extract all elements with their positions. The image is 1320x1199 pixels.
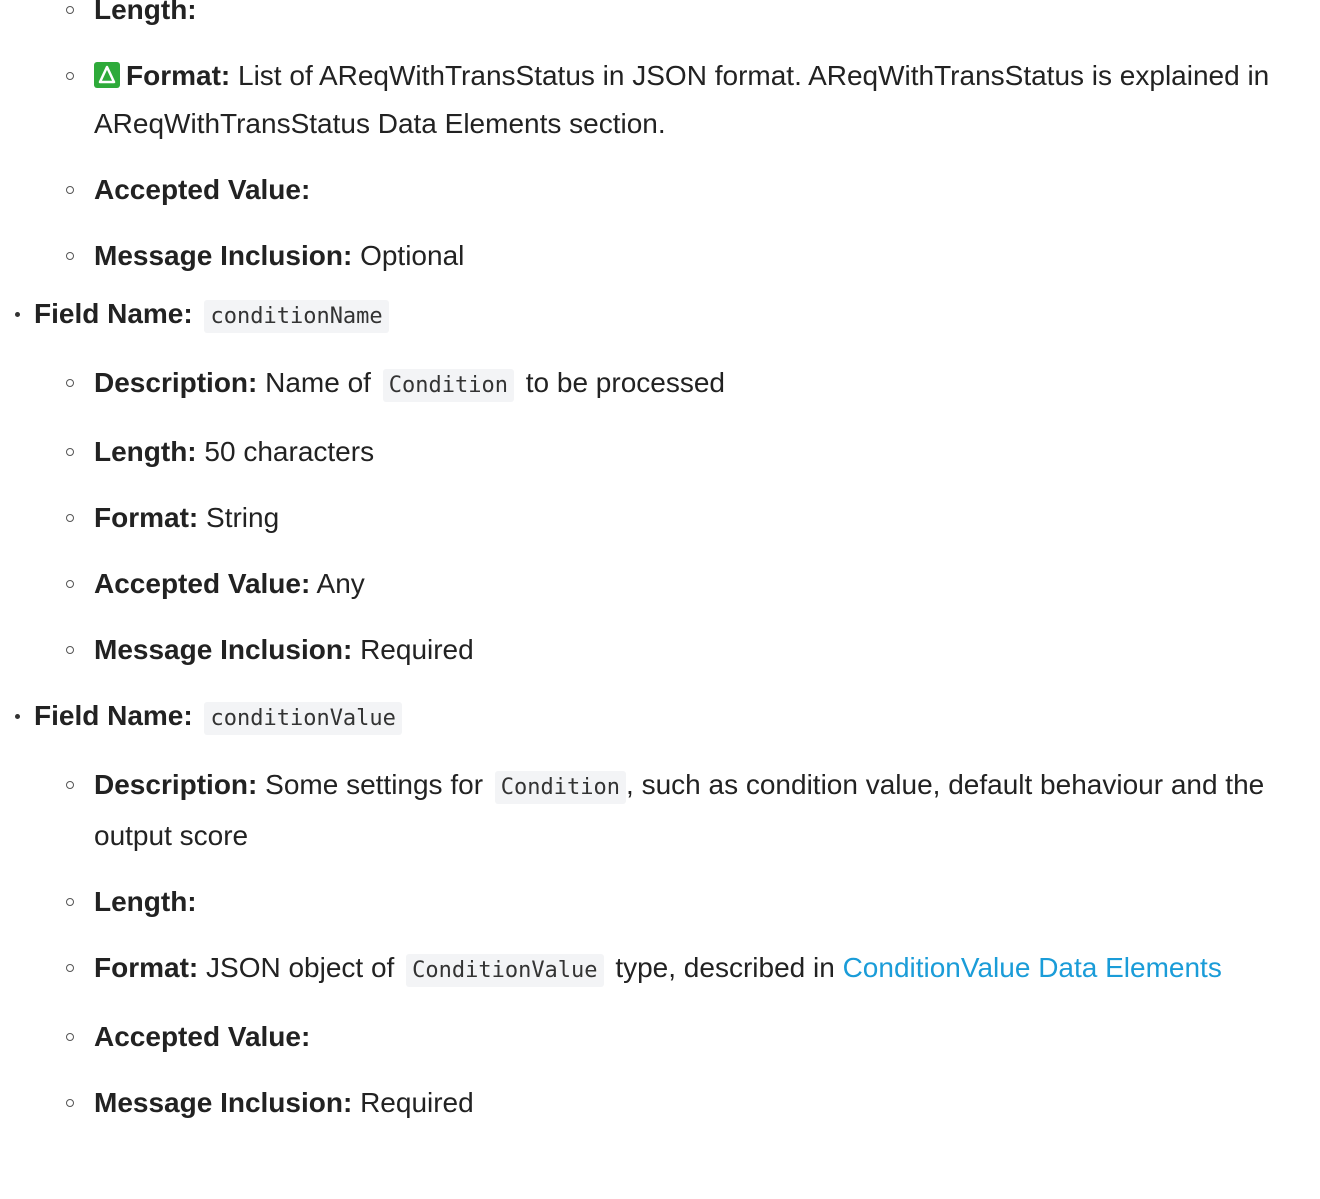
message-inclusion-label: Message Inclusion: <box>94 1087 353 1118</box>
field-name-code: conditionName <box>204 300 389 333</box>
field-name-code: conditionValue <box>204 702 402 735</box>
accepted-value-label: Accepted Value: <box>94 174 311 205</box>
format-item: Format: String <box>66 494 1320 542</box>
description-text-pre: Name of <box>265 367 371 398</box>
length-value: 50 characters <box>204 436 375 467</box>
description-label: Description: <box>94 769 258 800</box>
description-code: Condition <box>494 771 627 804</box>
condition-value-details: Description: Some settings for Condition… <box>34 761 1320 1127</box>
condition-name-details: Description: Name of Condition to be pro… <box>34 359 1320 674</box>
format-text-pre: JSON object of <box>206 952 395 983</box>
message-inclusion-value: Optional <box>360 240 465 271</box>
field-list: Field Name: conditionName Description: N… <box>0 290 1320 1127</box>
accepted-value-item: Accepted Value: Any <box>66 560 1320 608</box>
field-condition-name: Field Name: conditionName Description: N… <box>0 290 1320 674</box>
field-name-label: Field Name: <box>34 700 193 731</box>
length-label: Length: <box>94 436 197 467</box>
message-inclusion-item: Message Inclusion: Required <box>66 626 1320 674</box>
message-inclusion-label: Message Inclusion: <box>94 634 353 665</box>
description-item: Description: Some settings for Condition… <box>66 761 1320 860</box>
length-label: Length: <box>94 886 197 917</box>
format-value: List of AReqWithTransStatus in JSON form… <box>94 60 1270 139</box>
first-field-details: Length: Format: List of AReqWithTransSta… <box>0 0 1320 280</box>
length-item: Length: 50 characters <box>66 428 1320 476</box>
format-text-post: type, described in <box>615 952 835 983</box>
accepted-value-label: Accepted Value: <box>94 568 311 599</box>
accepted-value-value: Any <box>316 568 365 599</box>
field-condition-value: Field Name: conditionValue Description: … <box>0 692 1320 1127</box>
length-item: Length: <box>66 878 1320 926</box>
warning-triangle-icon <box>94 62 120 88</box>
format-label: Format: <box>94 952 199 983</box>
length-item: Length: <box>66 0 1320 34</box>
description-code: Condition <box>382 369 514 402</box>
description-text-pre: Some settings for <box>265 769 484 800</box>
accepted-value-item: Accepted Value: <box>66 1013 1320 1061</box>
message-inclusion-label: Message Inclusion: <box>94 240 353 271</box>
message-inclusion-value: Required <box>360 1087 474 1118</box>
message-inclusion-value: Required <box>360 634 474 665</box>
format-code: ConditionValue <box>406 954 604 987</box>
condition-value-data-elements-link[interactable]: ConditionValue Data Elements <box>843 952 1222 983</box>
accepted-value-label: Accepted Value: <box>94 1021 311 1052</box>
accepted-value-item: Accepted Value: <box>66 166 1320 214</box>
format-item: Format: List of AReqWithTransStatus in J… <box>66 52 1320 148</box>
description-item: Description: Name of Condition to be pro… <box>66 359 1320 410</box>
description-label: Description: <box>94 367 258 398</box>
field-name-label: Field Name: <box>34 298 193 329</box>
message-inclusion-item: Message Inclusion: Required <box>66 1079 1320 1127</box>
format-item: Format: JSON object of ConditionValue ty… <box>66 944 1320 995</box>
message-inclusion-item: Message Inclusion: Optional <box>66 232 1320 280</box>
format-label: Format: <box>94 502 199 533</box>
length-label: Length: <box>94 0 197 25</box>
description-text-post: to be processed <box>525 367 725 398</box>
format-value: String <box>206 502 280 533</box>
format-label: Format: <box>126 60 231 91</box>
